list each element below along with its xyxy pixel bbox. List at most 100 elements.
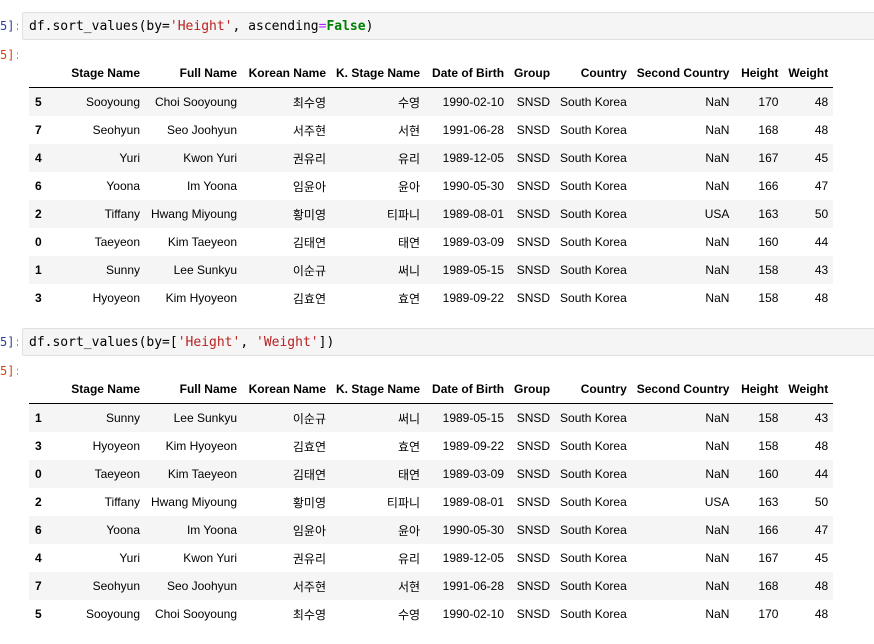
table-cell: Hyoyeon <box>92 439 140 453</box>
column-header: Country <box>555 59 632 88</box>
table-cell: 167 <box>758 151 779 165</box>
table-row: 4 Yuri Kwon Yuri 권유리 유리 1989-12-05 SNSD South K… <box>29 544 833 572</box>
table-cell: 48 <box>814 607 829 621</box>
column-header: K. Stage Name <box>331 375 426 404</box>
table-cell: 1989-08-01 <box>442 495 505 509</box>
table-row: 0 Taeyeon Kim Taeyeon 김태연 태연 1989-03-09 SNSD So… <box>29 228 833 256</box>
table-cell: 43 <box>814 263 829 277</box>
table-cell: 유리 <box>397 551 421 566</box>
table-cell: 김효연 <box>292 291 326 306</box>
table-cell: Seohyun <box>92 579 140 593</box>
table-cell: Kim Taeyeon <box>167 467 237 481</box>
table-cell: Sunny <box>105 411 140 425</box>
table-cell: 태연 <box>397 467 421 482</box>
table-cell: Im Yoona <box>186 179 237 193</box>
row-index: 2 <box>35 207 42 221</box>
row-index: 4 <box>35 551 42 565</box>
table-cell: South Korea <box>560 291 627 305</box>
table-cell: 45 <box>814 551 829 565</box>
table-cell: Choi Sooyoung <box>154 607 237 621</box>
table-cell: 서현 <box>397 123 421 138</box>
code-text: , <box>240 335 256 350</box>
table-row: 6 Yoona Im Yoona 임윤아 윤아 1990-05-30 SNSD South K… <box>29 516 834 544</box>
table-cell: Hwang Miyoung <box>150 495 237 509</box>
table-row: 1 Sunny Lee Sunkyu 이순규 써니 1989-05-15 SNSD South… <box>29 403 834 432</box>
table-row: 3 Hyoyeon Kim Hyoyeon 김효연 효연 1989-09-22 SNSD So… <box>29 284 833 312</box>
table-cell: Sooyoung <box>85 607 140 621</box>
table-cell: 1989-05-15 <box>442 263 505 277</box>
table-cell: NaN <box>705 579 730 593</box>
row-index: 3 <box>35 291 42 305</box>
table-row: 1 Sunny Lee Sunkyu 이순규 써니 1989-05-15 SNSD South… <box>29 256 834 284</box>
table-cell: 1989-08-01 <box>442 207 505 221</box>
code-line-2[interactable]: df.sort_values(by=['Height', 'Weight']) <box>29 334 334 351</box>
table-cell: 최수영 <box>292 607 326 622</box>
table-cell: 써니 <box>397 411 421 426</box>
table-row: 5 Sooyoung Choi Sooyoung 최수영 수영 1990-02-10 SNS… <box>29 600 833 628</box>
code-text: ) <box>365 19 374 34</box>
table-cell: Yoona <box>106 523 140 537</box>
table-cell: NaN <box>705 607 730 621</box>
table-cell: 1990-05-30 <box>442 179 505 193</box>
column-header: Height <box>734 375 784 404</box>
column-header: Korean Name <box>242 59 331 88</box>
table-row: 2 Tiffany Hwang Miyoung 황미영 티파니 1989-08-01 SNS… <box>29 488 833 516</box>
table-cell: NaN <box>705 467 730 481</box>
table-cell: Sooyoung <box>85 95 140 109</box>
input-prompt-2: 5]: <box>0 335 18 349</box>
table-cell: 48 <box>814 291 829 305</box>
row-index: 7 <box>35 123 42 137</box>
table-row: 6 Yoona Im Yoona 임윤아 윤아 1990-05-30 SNSD South K… <box>29 172 833 200</box>
table-cell: NaN <box>705 439 730 453</box>
table-cell: Seo Joohyun <box>166 579 237 593</box>
table-cell: 티파니 <box>386 207 421 222</box>
table-cell: SNSD <box>516 95 551 109</box>
table-cell: 권유리 <box>292 151 326 166</box>
code-line-1[interactable]: df.sort_values(by='Height', ascending=Fa… <box>29 18 373 35</box>
table-cell: SNSD <box>516 523 551 537</box>
table-cell: 임윤아 <box>292 179 326 194</box>
code-string: 'Height' <box>169 19 233 34</box>
table-cell: 50 <box>814 495 829 509</box>
table-cell: 166 <box>758 179 779 193</box>
column-header: Korean Name <box>242 375 331 404</box>
table-cell: 김효연 <box>292 439 326 454</box>
code-text: ]) <box>318 335 335 350</box>
table-cell: 44 <box>814 235 829 249</box>
row-index: 0 <box>35 467 42 481</box>
row-index: 5 <box>35 607 42 621</box>
column-header: Weight <box>783 59 834 88</box>
table-cell: SNSD <box>516 123 551 137</box>
input-prompt-1: 5]: <box>0 19 18 33</box>
code-cell-1[interactable]: df.sort_values(by='Height', ascending=Fa… <box>22 12 874 40</box>
table-cell: 168 <box>758 579 779 593</box>
table-cell: 1991-06-28 <box>442 123 505 137</box>
code-cell-2[interactable]: df.sort_values(by=['Height', 'Weight']) <box>22 328 874 356</box>
table-cell: 158 <box>758 439 779 453</box>
column-header: Stage Name <box>64 375 145 404</box>
table-cell: South Korea <box>560 263 627 277</box>
table-cell: NaN <box>705 523 730 537</box>
table-cell: 158 <box>758 291 779 305</box>
table-cell: 50 <box>814 207 829 221</box>
table-cell: USA <box>704 207 730 221</box>
table-cell: Kwon Yuri <box>183 151 237 165</box>
table-cell: 윤아 <box>397 179 421 194</box>
table-cell: NaN <box>705 291 730 305</box>
column-header: Group <box>509 59 556 88</box>
table-row: 5 Sooyoung Choi Sooyoung 최수영 수영 1990-02-10 SNS… <box>29 87 834 116</box>
table-cell: Seo Joohyun <box>166 123 237 137</box>
code-text: df.sort_values(by=[ <box>29 335 178 350</box>
table-cell: 166 <box>758 523 779 537</box>
table-cell: 효연 <box>397 291 421 306</box>
table-cell: SNSD <box>516 467 551 481</box>
table-cell: 서현 <box>397 579 421 594</box>
table-cell: South Korea <box>560 495 627 509</box>
table-cell: Yuri <box>119 551 140 565</box>
row-index: 0 <box>35 235 42 249</box>
table-cell: SNSD <box>516 151 551 165</box>
table-cell: 1990-05-30 <box>442 523 505 537</box>
column-header: Date of Birth <box>425 59 510 88</box>
table-row: 4 Yuri Kwon Yuri 권유리 유리 1989-12-05 SNSD South K… <box>29 144 834 172</box>
code-text: , ascending <box>232 19 319 34</box>
